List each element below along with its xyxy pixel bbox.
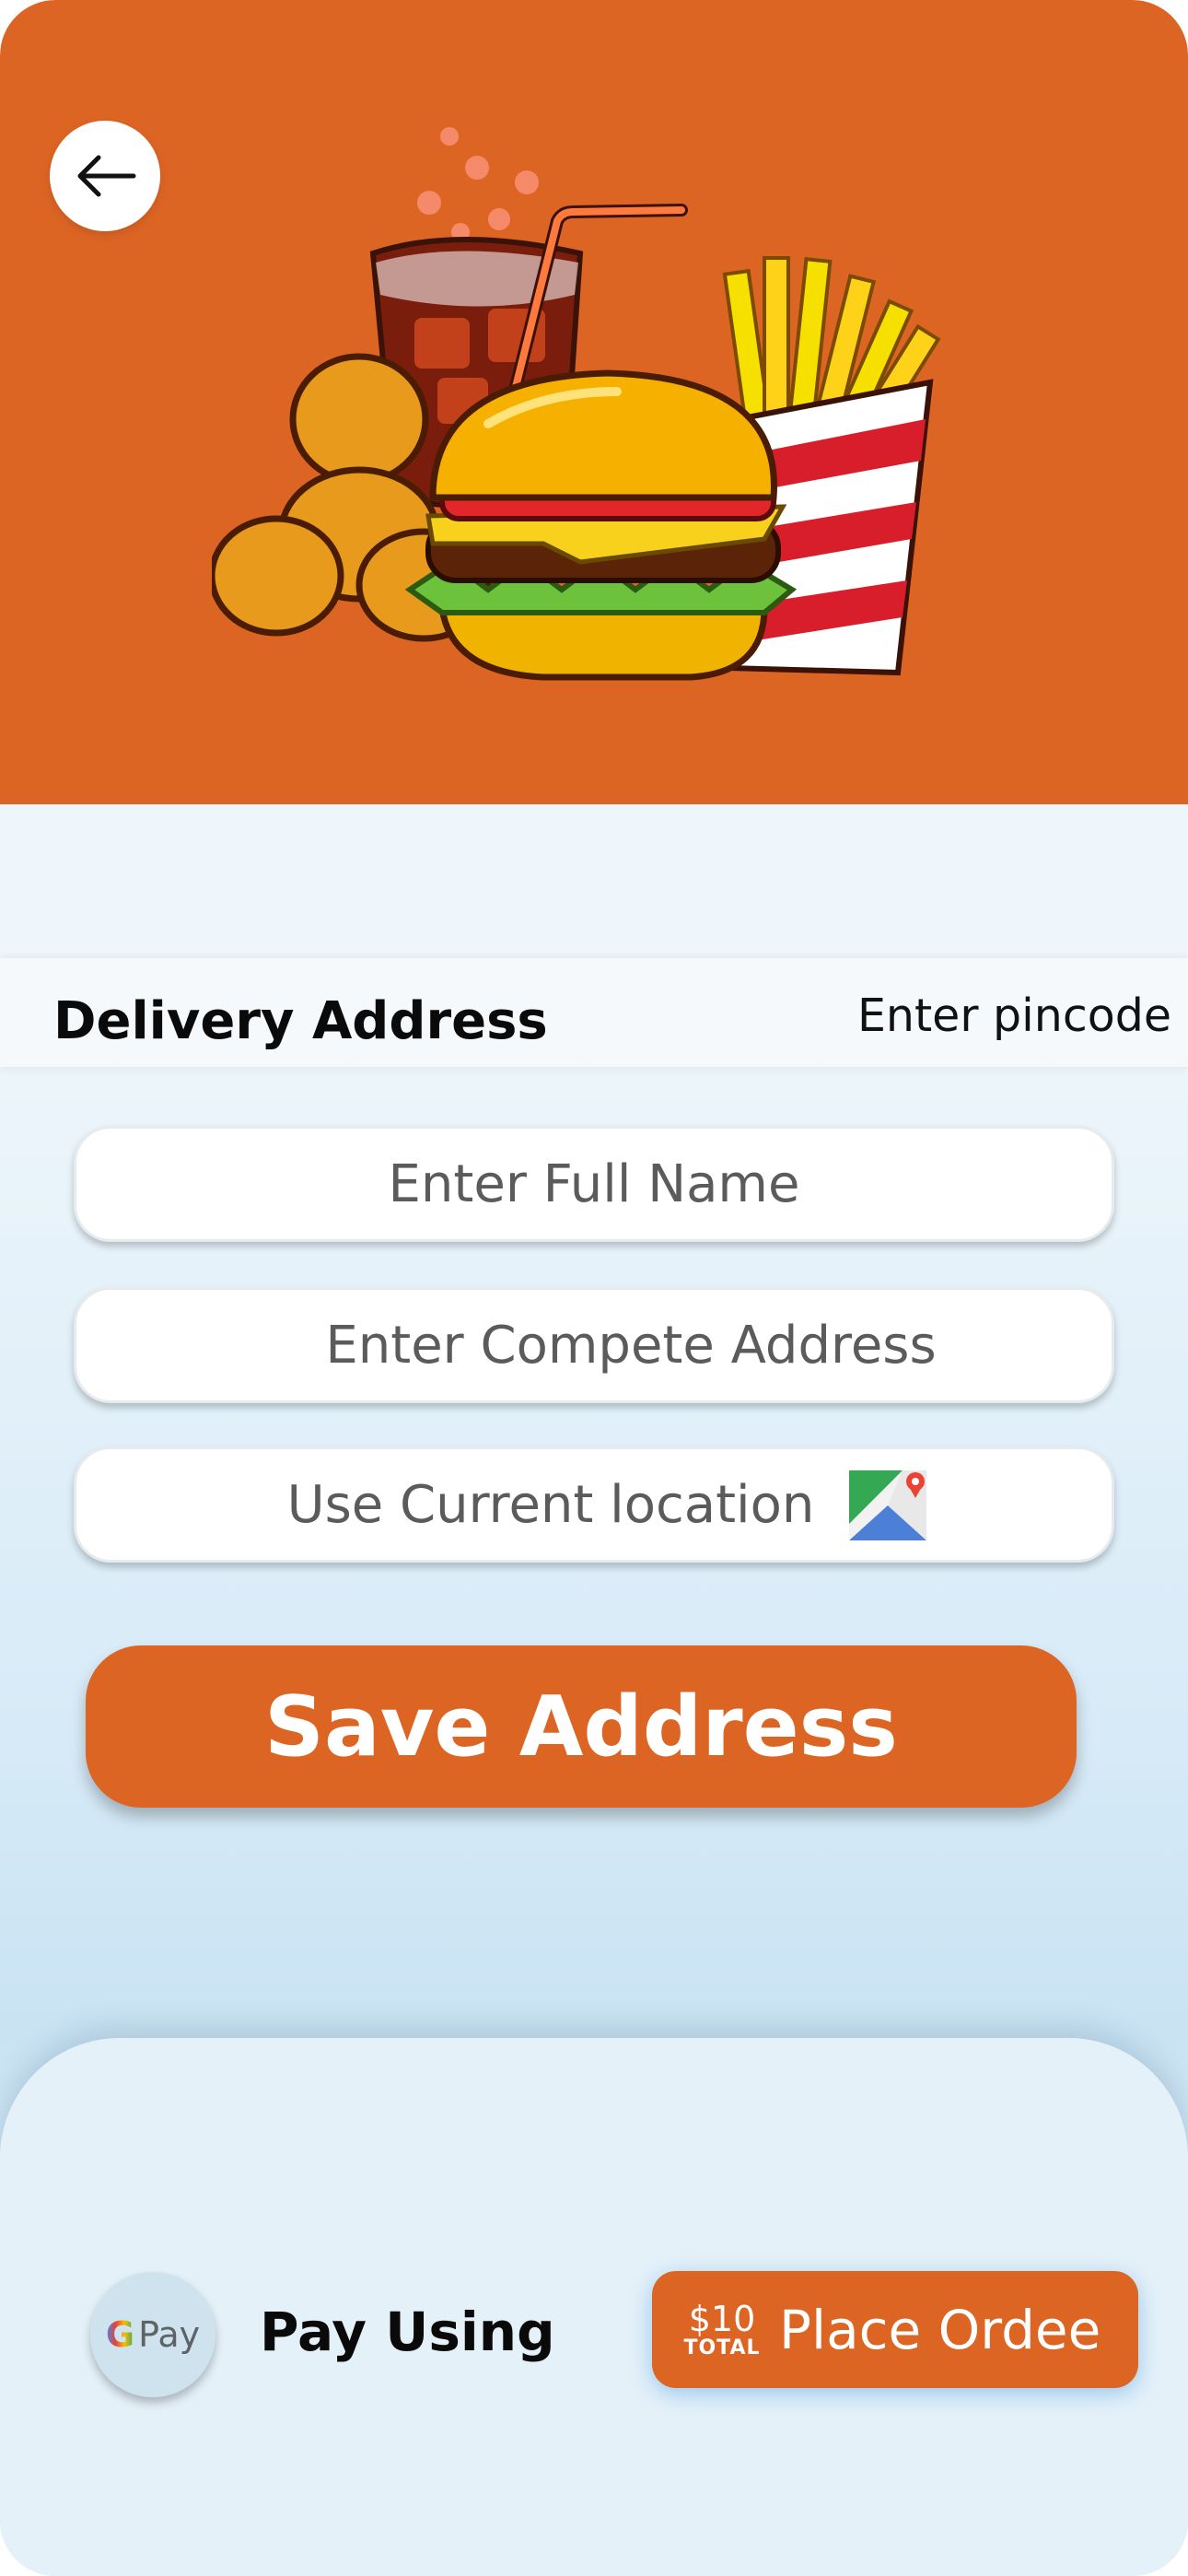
- place-order-label: Place Ordee: [779, 2298, 1101, 2361]
- pay-using-label: Pay Using: [260, 2301, 555, 2363]
- food-combo-illustration: [212, 127, 941, 681]
- address-field[interactable]: [74, 1287, 1114, 1403]
- arrow-left-icon: [77, 155, 136, 197]
- save-address-button[interactable]: Save Address: [86, 1645, 1077, 1808]
- total-amount: $10: [688, 2298, 756, 2339]
- google-pay-button[interactable]: G Pay: [90, 2272, 215, 2397]
- pincode-link[interactable]: Enter pincode: [857, 989, 1171, 1042]
- current-location-label: Use Current location: [286, 1474, 815, 1535]
- use-current-location-button[interactable]: Use Current location: [74, 1446, 1114, 1563]
- google-pay-text: Pay: [138, 2314, 201, 2355]
- hero-banner: [0, 0, 1188, 804]
- address-input[interactable]: [150, 1315, 1112, 1376]
- delivery-address-title: Delivery Address: [53, 991, 548, 1051]
- checkout-screen: Delivery Address Enter pincode Use Curre…: [0, 0, 1188, 2576]
- total-box: $10 TOTAL: [683, 2298, 761, 2359]
- google-maps-icon: [849, 1470, 927, 1540]
- place-order-button[interactable]: $10 TOTAL Place Ordee: [652, 2271, 1138, 2388]
- total-label: TOTAL: [683, 2336, 761, 2359]
- full-name-input[interactable]: [76, 1153, 1112, 1214]
- google-pay-icon: G: [105, 2314, 135, 2355]
- back-button[interactable]: [50, 121, 160, 231]
- full-name-field[interactable]: [74, 1126, 1114, 1242]
